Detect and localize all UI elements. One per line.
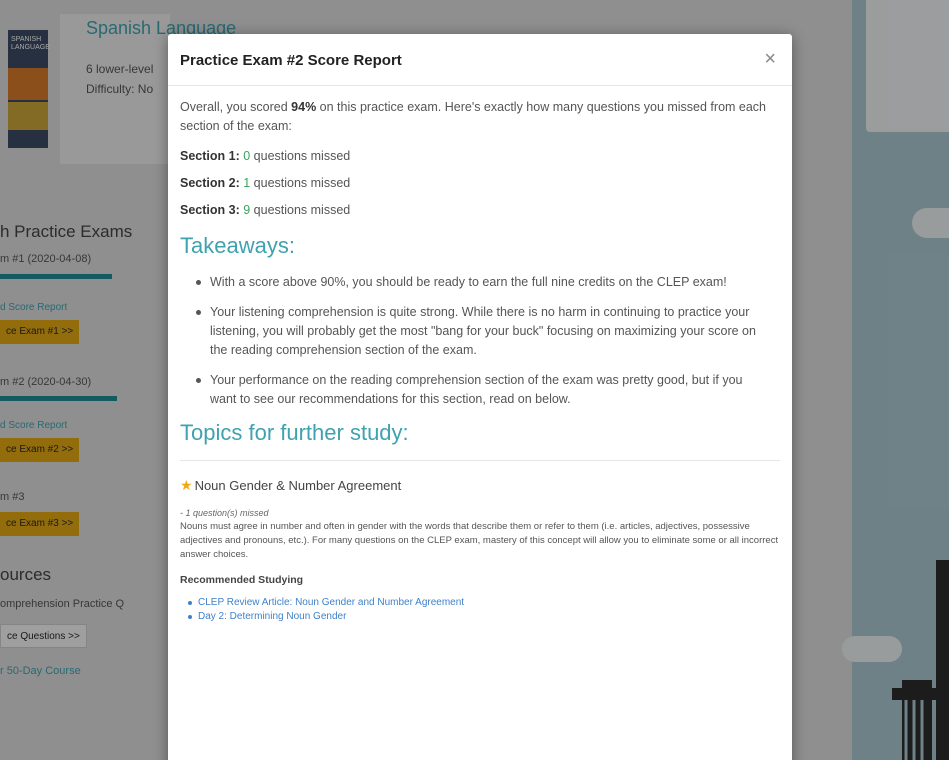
close-icon[interactable]: × <box>764 48 776 71</box>
takeaway-item: Your listening comprehension is quite st… <box>196 303 770 360</box>
takeaways-list: With a score above 90%, you should be re… <box>180 273 780 409</box>
modal-header: Practice Exam #2 Score Report × <box>168 34 792 86</box>
takeaway-item: Your performance on the reading comprehe… <box>196 371 770 409</box>
intro-text: Overall, you scored 94% on this practice… <box>180 100 767 133</box>
topic-missed-count: - 1 question(s) missed <box>180 508 269 518</box>
takeaways-heading: Takeaways: <box>180 233 295 258</box>
overall-score: 94% <box>291 100 317 114</box>
recommended-links: CLEP Review Article: Noun Gender and Num… <box>180 596 780 624</box>
recommended-link[interactable]: Day 2: Determining Noun Gender <box>188 610 780 624</box>
recommended-label: Recommended Studying <box>180 574 304 586</box>
modal-title: Practice Exam #2 Score Report <box>180 52 402 69</box>
section-1-result: Section 1: 0 questions missed <box>180 149 351 163</box>
takeaway-item: With a score above 90%, you should be re… <box>196 273 770 292</box>
section-3-result: Section 3: 9 questions missed <box>180 203 351 217</box>
topic-description: Nouns must agree in number and often in … <box>180 521 779 560</box>
modal-body: Overall, you scored 94% on this practice… <box>168 86 792 624</box>
section-2-result: Section 2: 1 questions missed <box>180 176 351 190</box>
recommended-link[interactable]: CLEP Review Article: Noun Gender and Num… <box>188 596 780 610</box>
topics-heading: Topics for further study: <box>180 420 780 461</box>
star-icon: ★ <box>180 477 193 493</box>
score-report-modal: Practice Exam #2 Score Report × Overall,… <box>168 34 792 760</box>
topic-title: ★ Noun Gender & Number Agreement <box>180 477 402 493</box>
